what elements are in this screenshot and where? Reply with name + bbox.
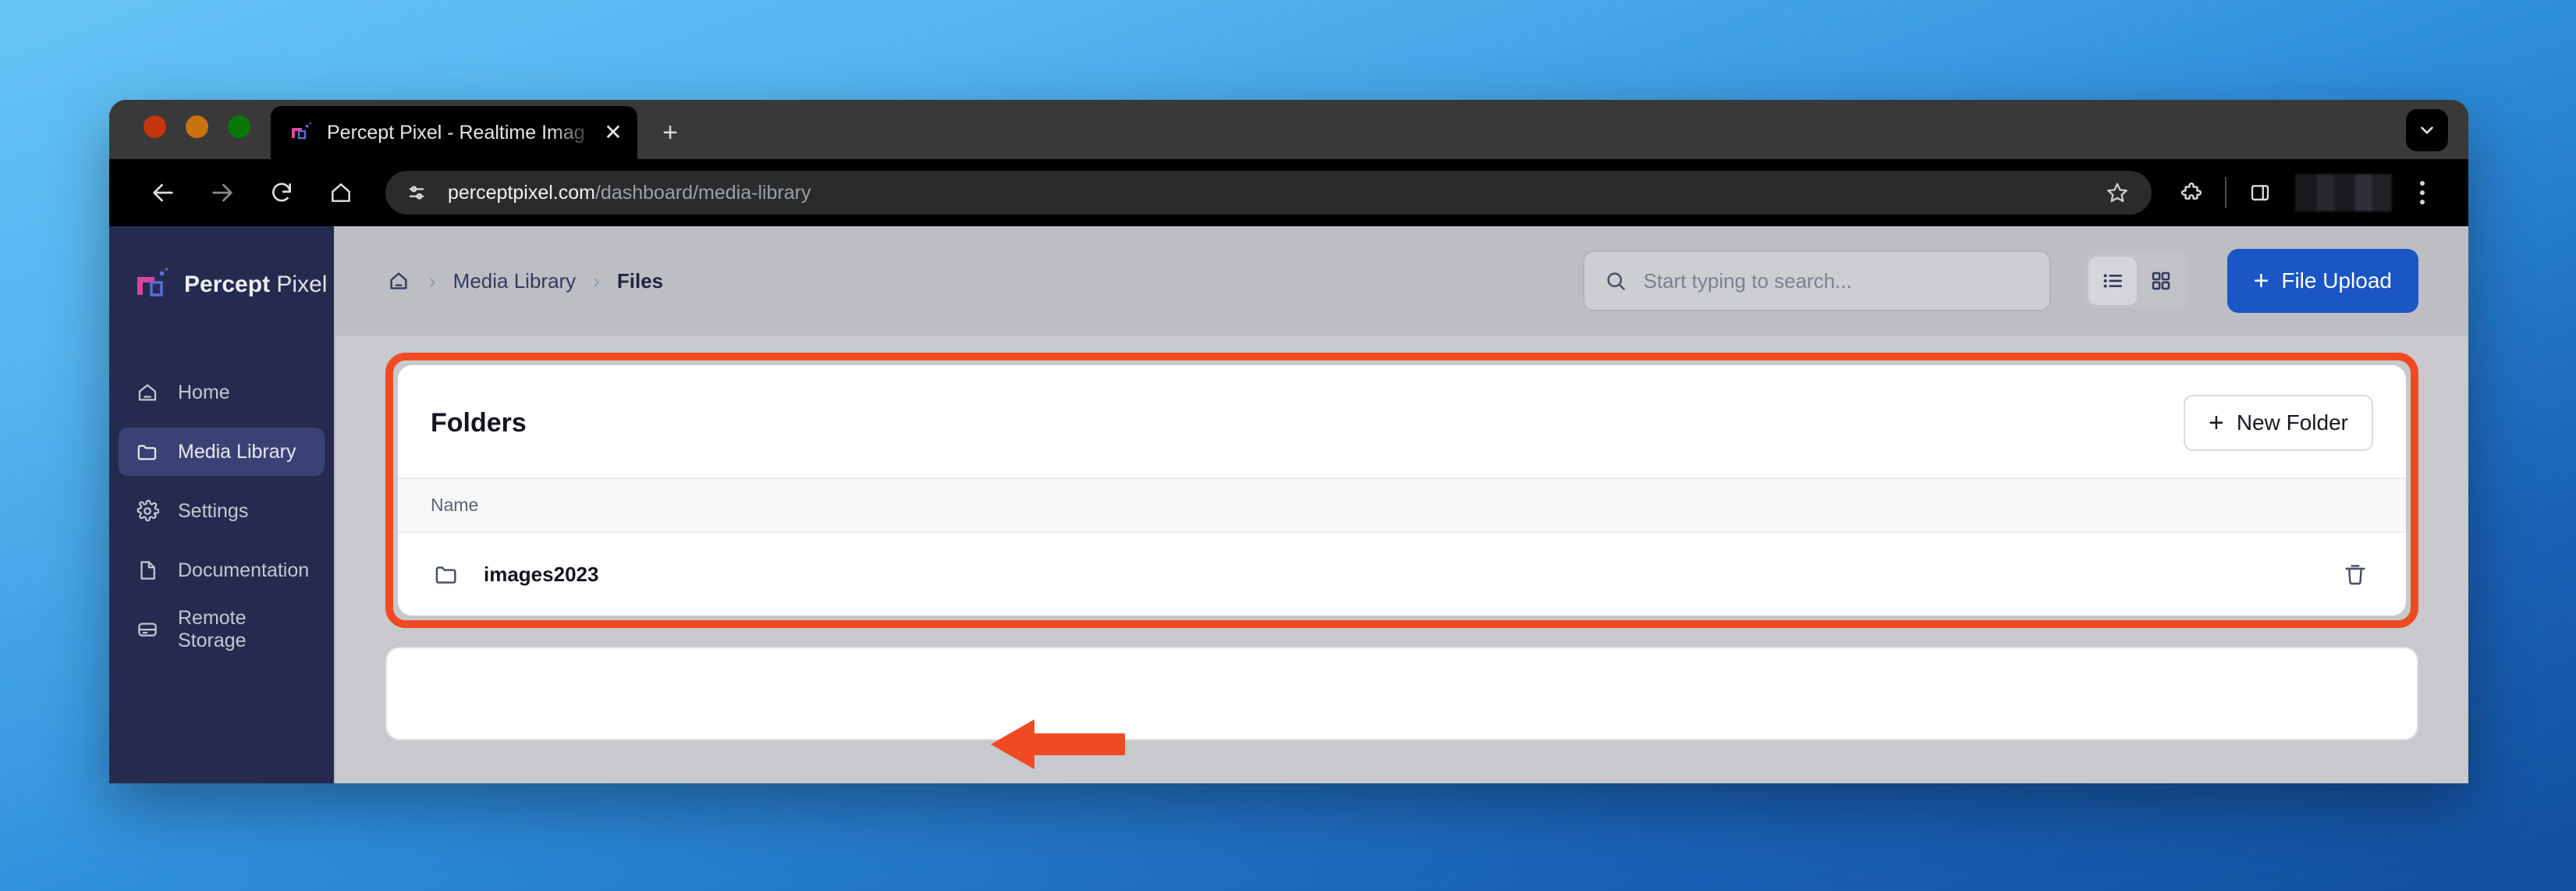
browser-tab-strip: Percept Pixel - Realtime Imag ✕ + [109,100,2468,159]
search-input[interactable] [1643,268,2032,293]
folder-name[interactable]: images2023 [484,563,598,587]
list-view-icon[interactable] [2088,257,2137,305]
new-folder-button[interactable]: + New Folder [2183,395,2373,451]
brand-name-light: Pixel [276,272,328,297]
address-bar-url: perceptpixel.com/dashboard/media-library [448,182,2100,204]
new-tab-button[interactable]: + [653,115,687,150]
sidebar-item-media-library[interactable]: Media Library [119,428,325,476]
web-app: Percept Pixel Home Media Library Setting… [109,226,2468,783]
close-tab-button[interactable]: ✕ [600,119,626,146]
folders-highlight-annotation: Folders + New Folder Name images2023 [385,353,2418,628]
sidebar-item-label: Media Library [178,440,296,463]
sidebar-item-documentation[interactable]: Documentation [119,546,325,595]
sidebar-item-remote-storage[interactable]: Remote Storage [119,605,325,654]
brand-logo-area[interactable]: Percept Pixel [109,262,334,307]
column-header-name: Name [431,495,479,515]
profile-avatar[interactable] [2295,174,2392,211]
sidebar-item-label: Home [178,381,230,403]
puzzle-piece-icon[interactable] [2169,170,2214,215]
view-toggle-group [2085,254,2188,308]
close-window-button[interactable] [144,115,166,138]
sidebar-item-home[interactable]: Home [119,368,325,417]
folder-icon [431,559,462,590]
plus-icon: + [2208,408,2224,438]
file-upload-label: File Upload [2281,268,2392,293]
search-box[interactable] [1582,250,2051,311]
brand-name: Percept Pixel [184,272,327,298]
breadcrumb-current-files: Files [616,268,664,293]
sidebar-item-label: Remote Storage [178,607,247,651]
folder-icon [134,438,161,465]
folders-card-header: Folders + New Folder [398,365,2406,477]
grid-view-icon[interactable] [2137,257,2185,305]
page-header: › Media Library › Files Start typing to … [335,226,2468,335]
browser-window: Percept Pixel - Realtime Imag ✕ + percep… [109,100,2468,783]
search-icon [1602,267,1630,295]
sidebar-item-label: Documentation [178,559,310,581]
server-icon [134,616,161,643]
file-upload-button[interactable]: + File Upload [2227,249,2418,313]
table-row[interactable]: images2023 [398,533,2406,616]
site-settings-icon[interactable] [401,177,432,208]
reload-icon[interactable] [257,169,306,217]
breadcrumb-separator: › [593,269,600,293]
folders-card: Folders + New Folder Name images2023 [398,365,2406,616]
document-icon [134,557,161,584]
toolbar-divider [2225,177,2227,208]
plus-icon: + [2253,266,2269,296]
trash-icon[interactable] [2337,556,2373,592]
brand-name-bold: Percept [184,272,271,297]
tab-search-button[interactable] [2406,109,2448,151]
app-sidebar: Percept Pixel Home Media Library Setting… [109,226,335,783]
gear-icon [134,498,161,524]
star-icon[interactable] [2100,176,2134,210]
breadcrumb: › Media Library › Files [385,268,663,294]
forward-arrow-icon[interactable] [198,169,247,217]
browser-tab-title: Percept Pixel - Realtime Imag [327,121,585,144]
breadcrumb-link-media-library[interactable]: Media Library [453,269,577,293]
window-traffic-lights [144,100,250,159]
url-path: /dashboard/media-library [594,181,811,204]
percept-pixel-logo-icon [134,267,170,303]
percept-pixel-favicon-icon [289,121,313,144]
sidebar-item-label: Settings [178,499,249,522]
side-panel-icon[interactable] [2237,170,2283,215]
new-folder-label: New Folder [2236,410,2348,435]
folders-title: Folders [431,407,527,438]
files-card-partial [385,647,2418,740]
browser-tab[interactable]: Percept Pixel - Realtime Imag ✕ [271,106,637,159]
breadcrumb-home-icon[interactable] [385,268,412,294]
address-bar[interactable]: perceptpixel.com/dashboard/media-library [385,171,2152,215]
home-icon [134,379,161,406]
three-dot-menu-icon[interactable] [2403,181,2442,204]
browser-toolbar: perceptpixel.com/dashboard/media-library [109,159,2468,226]
content-area: Folders + New Folder Name images2023 [335,335,2468,783]
back-arrow-icon[interactable] [139,169,187,217]
main-content: › Media Library › Files Start typing to … [335,226,2468,783]
url-domain: perceptpixel.com [448,181,595,204]
sidebar-nav: Home Media Library Settings Documentatio… [109,368,334,654]
minimize-window-button[interactable] [186,115,208,138]
folders-table-header: Name [398,477,2406,533]
home-icon[interactable] [317,169,365,217]
sidebar-item-settings[interactable]: Settings [119,487,325,535]
maximize-window-button[interactable] [228,115,250,138]
breadcrumb-separator: › [429,269,436,293]
